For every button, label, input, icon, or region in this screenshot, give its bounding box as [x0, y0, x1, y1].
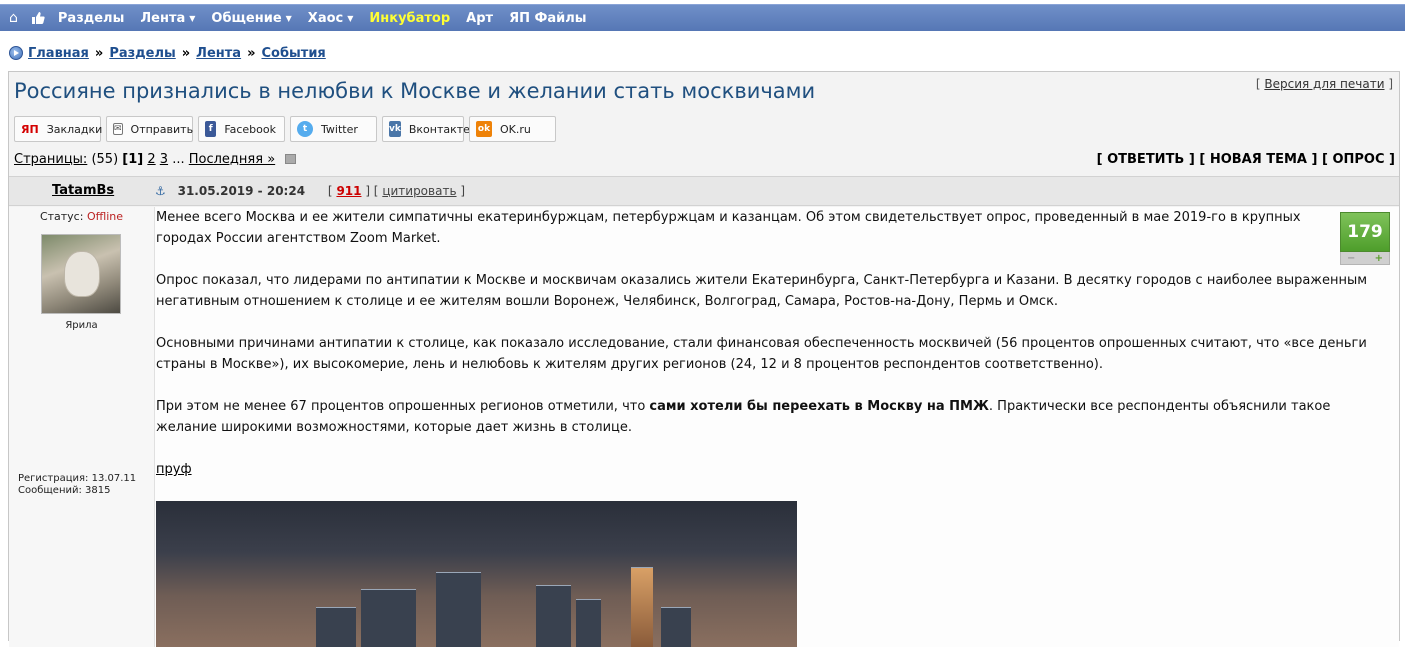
breadcrumb-separator: » — [247, 45, 256, 61]
title-row: Россияне признались в нелюбви к Москве и… — [9, 72, 1399, 112]
message-count: Сообщений: 3815 — [18, 485, 111, 496]
caret-down-icon: ▼ — [285, 13, 292, 23]
thumbs-up-icon[interactable] — [31, 11, 45, 25]
twitter-icon: t — [297, 121, 313, 137]
vote-plus-icon[interactable]: + — [1375, 253, 1383, 264]
breadcrumb-separator: » — [94, 45, 104, 61]
home-icon[interactable]: ⌂ — [9, 10, 18, 26]
nav-item-sections[interactable]: Разделы — [58, 11, 124, 26]
share-ok-button[interactable]: ok OK.ru — [469, 116, 556, 142]
reply-button[interactable]: ОТВЕТИТЬ — [1107, 152, 1184, 167]
post-meta: ⚓ 31.05.2019 - 20:24 [ 911 ] [ цитироват… — [155, 184, 466, 198]
share-label: Twitter — [321, 122, 358, 136]
share-label: Отправить — [130, 122, 194, 136]
share-label: Вконтакте — [408, 122, 470, 136]
page-jump-icon[interactable] — [285, 154, 297, 164]
vk-icon: vk — [389, 121, 401, 137]
ok-icon: ok — [476, 121, 492, 137]
nav-item-art[interactable]: Арт — [466, 11, 493, 26]
caret-down-icon: ▼ — [347, 13, 354, 23]
nav-item-chaos[interactable]: Хаос ▼ — [308, 11, 354, 26]
nav-item-feed[interactable]: Лента ▼ — [140, 11, 195, 26]
post-paragraph: Менее всего Москва и ее жители симпатичн… — [156, 210, 1301, 246]
post-paragraph: пруф — [156, 459, 1391, 480]
skyline-shape — [536, 585, 571, 647]
share-bar: ЯП Закладки ✉ Отправить f Facebook t Twi… — [14, 116, 556, 142]
skyline-shape — [661, 607, 691, 647]
topic-frame: Россияне признались в нелюбви к Москве и… — [8, 71, 1400, 647]
new-topic-button[interactable]: НОВАЯ ТЕМА — [1210, 152, 1307, 167]
pages-label[interactable]: Страницы: — [14, 152, 87, 167]
current-page: [1] — [122, 152, 144, 167]
post-author[interactable]: TatamBs — [52, 183, 114, 198]
post-date: 31.05.2019 - 20:24 — [177, 184, 306, 198]
page-link[interactable]: 3 — [160, 152, 168, 167]
share-label: Facebook — [224, 122, 276, 136]
vote-minus-icon[interactable]: − — [1347, 253, 1355, 264]
vote-controls: − + — [1340, 252, 1390, 265]
anchor-icon[interactable]: ⚓ — [155, 184, 166, 198]
poll-button[interactable]: ОПРОС — [1332, 152, 1384, 167]
share-twitter-button[interactable]: t Twitter — [290, 116, 377, 142]
skyline-shape — [436, 572, 481, 647]
avatar-caption: Ярила — [65, 320, 98, 331]
share-email-button[interactable]: ✉ Отправить — [106, 116, 193, 142]
skyline-shape — [316, 607, 356, 647]
text-span: При этом не менее 67 процентов опрошенны… — [156, 399, 650, 414]
post-paragraph: Основными причинами антипатии к столице,… — [156, 336, 1367, 372]
breadcrumb-feed[interactable]: Лента — [196, 46, 241, 61]
page-link[interactable]: 2 — [147, 152, 155, 167]
facebook-icon: f — [205, 121, 217, 137]
source-link[interactable]: пруф — [156, 462, 192, 477]
cat-figure — [64, 251, 100, 297]
share-label: OK.ru — [500, 122, 531, 136]
nav-item-communication[interactable]: Общение ▼ — [211, 11, 291, 26]
bold-text: сами хотели бы переехать в Москву на ПМЖ — [649, 399, 989, 414]
topic-actions: [ ОТВЕТИТЬ ] [ НОВАЯ ТЕМА ] [ ОПРОС ] — [1096, 152, 1395, 167]
post-image — [156, 501, 797, 647]
skyline-shape — [361, 589, 416, 647]
post-header: TatamBs ⚓ 31.05.2019 - 20:24 [ 911 ] [ ц… — [9, 176, 1399, 206]
share-bookmarks-button[interactable]: ЯП Закладки — [14, 116, 103, 142]
post-rating: 179 − + — [1340, 212, 1390, 265]
mail-icon: ✉ — [113, 123, 123, 135]
page-count: (55) — [91, 152, 119, 167]
post-body: Менее всего Москва и ее жители симпатичн… — [154, 207, 1399, 647]
rating-score: 179 — [1340, 212, 1390, 252]
breadcrumb-sections[interactable]: Разделы — [109, 46, 175, 61]
page-ellipsis: ... — [172, 152, 185, 167]
skyline-shape — [576, 599, 601, 647]
last-page-link[interactable]: Последняя » — [189, 152, 275, 167]
author-stats: Регистрация: 13.07.11 Сообщений: 3815 — [18, 473, 136, 497]
print-version: [ Версия для печати ] — [1255, 77, 1393, 91]
post-paragraph: При этом не менее 67 процентов опрошенны… — [156, 396, 1391, 438]
author-status: Статус: Offline — [9, 210, 154, 223]
breadcrumb: Главная » Разделы » Лента » События — [9, 44, 326, 62]
status-label: Статус: — [39, 210, 84, 223]
breadcrumb-events[interactable]: События — [261, 46, 325, 61]
arrow-circle-icon — [9, 46, 23, 60]
pagination: Страницы: (55) [1] 2 3 ... Последняя » — [14, 152, 297, 167]
quote-link[interactable]: цитировать — [382, 184, 456, 198]
share-label: Закладки — [46, 122, 103, 136]
breadcrumb-home[interactable]: Главная — [28, 46, 89, 61]
nav-item-files[interactable]: ЯП Файлы — [509, 11, 586, 26]
post-text: Менее всего Москва и ее жители симпатичн… — [156, 207, 1391, 501]
avatar[interactable] — [41, 234, 121, 314]
share-vk-button[interactable]: vk Вконтакте — [382, 116, 470, 142]
share-facebook-button[interactable]: f Facebook — [198, 116, 285, 142]
breadcrumb-separator: » — [181, 45, 191, 61]
caret-down-icon: ▼ — [189, 13, 196, 23]
page-title: Россияне признались в нелюбви к Москве и… — [14, 79, 816, 103]
post-paragraph: Опрос показал, что лидерами по антипатии… — [156, 273, 1368, 309]
post-number-link[interactable]: 911 — [336, 184, 361, 198]
yap-icon: ЯП — [21, 122, 39, 136]
author-column: Статус: Offline Ярила Регистрация: 13.07… — [9, 207, 154, 647]
skyline-shape — [631, 567, 653, 647]
status-value: Offline — [86, 210, 124, 223]
nav-item-incubator[interactable]: Инкубатор — [369, 11, 450, 26]
print-version-link[interactable]: Версия для печати — [1264, 77, 1384, 91]
top-nav: ⌂ Разделы Лента ▼ Общение ▼ Хаос ▼ Инкубато… — [0, 4, 1405, 31]
registration-date: Регистрация: 13.07.11 — [18, 473, 137, 484]
